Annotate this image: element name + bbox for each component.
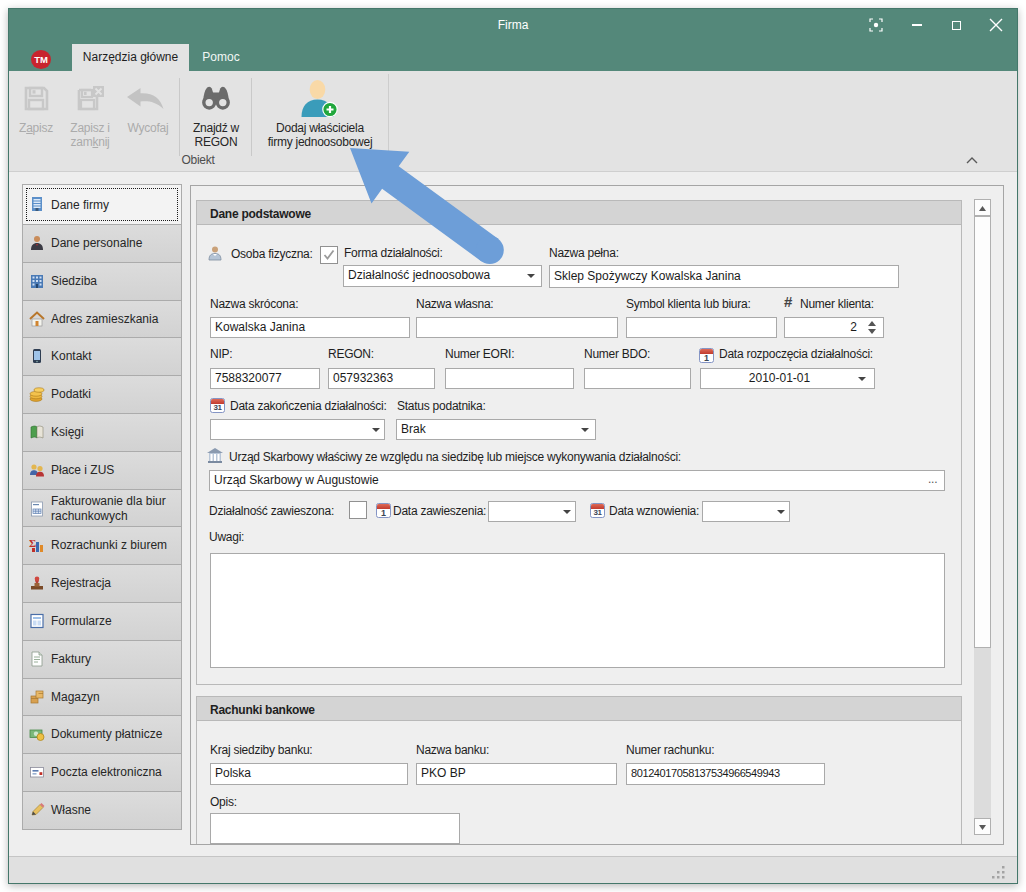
svg-text:Σ: Σ	[29, 537, 36, 549]
